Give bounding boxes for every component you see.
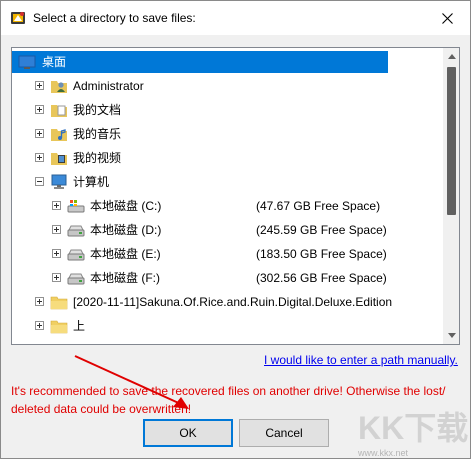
tree-item[interactable]: 本地磁盘 (E:) (183.50 GB Free Space) bbox=[12, 242, 443, 266]
collapse-icon[interactable] bbox=[35, 177, 44, 186]
free-space-label: (183.50 GB Free Space) bbox=[256, 247, 387, 261]
save-directory-dialog: Select a directory to save files: 桌面 Admi… bbox=[0, 0, 471, 459]
tree-item[interactable]: 本地磁盘 (F:) (302.56 GB Free Space) bbox=[12, 266, 443, 290]
tree-item[interactable]: [2020-11-11]Sakuna.Of.Rice.and.Ruin.Digi… bbox=[12, 290, 443, 314]
tree-item-label: 计算机 bbox=[73, 175, 110, 189]
expand-icon[interactable] bbox=[35, 297, 44, 306]
user-folder-icon bbox=[50, 77, 68, 95]
window-title: Select a directory to save files: bbox=[33, 11, 196, 25]
drive-icon bbox=[67, 221, 85, 239]
watermark-url: www.kkx.net bbox=[358, 448, 409, 458]
vertical-scrollbar[interactable] bbox=[443, 48, 459, 344]
music-folder-icon bbox=[50, 125, 68, 143]
tree-item[interactable]: 计算机 bbox=[12, 170, 443, 194]
scrollbar-thumb[interactable] bbox=[447, 67, 456, 215]
ok-button[interactable]: OK bbox=[143, 419, 233, 447]
manual-path-link[interactable]: I would like to enter a path manually. bbox=[264, 353, 458, 367]
tree-item-label: 我的文档 bbox=[73, 103, 122, 117]
folder-icon bbox=[50, 317, 68, 335]
system-drive-icon bbox=[67, 197, 85, 215]
close-icon bbox=[442, 12, 453, 24]
tree-item-label: 本地磁盘 (D:) bbox=[90, 223, 162, 237]
watermark-logo: KK下载 bbox=[356, 403, 471, 451]
tree-item[interactable]: Administrator bbox=[12, 74, 443, 98]
folder-icon bbox=[50, 341, 68, 344]
tree-item[interactable]: 我的视频 bbox=[12, 146, 443, 170]
expand-icon[interactable] bbox=[52, 273, 61, 282]
tree-item-label: 我的音乐 bbox=[73, 127, 122, 141]
free-space-label: (302.56 GB Free Space) bbox=[256, 271, 387, 285]
tree-item-label: Administrator bbox=[73, 79, 144, 93]
free-space-label: (47.67 GB Free Space) bbox=[256, 199, 381, 213]
expand-icon[interactable] bbox=[35, 105, 44, 114]
computer-icon bbox=[50, 173, 68, 191]
documents-folder-icon bbox=[50, 101, 68, 119]
tree-item[interactable]: 我的文档 bbox=[12, 98, 443, 122]
directory-tree[interactable]: 桌面 Administrator 我的文档我的音乐我的视频计算机本地磁盘 (C:) (… bbox=[11, 47, 460, 345]
tree-item[interactable]: 本地磁盘 (C:) (47.67 GB Free Space) bbox=[12, 194, 443, 218]
chevron-down-icon bbox=[447, 333, 456, 338]
tree-item-label: 本地磁盘 (E:) bbox=[90, 247, 161, 261]
expand-icon[interactable] bbox=[52, 225, 61, 234]
video-folder-icon bbox=[50, 149, 68, 167]
tree-item-label: 我的视频 bbox=[73, 151, 122, 165]
folder-icon bbox=[50, 293, 68, 311]
title-bar: Select a directory to save files: bbox=[1, 1, 470, 35]
tree-item[interactable]: 本地磁盘 (D:) (245.59 GB Free Space) bbox=[12, 218, 443, 242]
tree-item-label: 桌面 bbox=[12, 51, 388, 73]
tree-item[interactable]: 上 bbox=[12, 314, 443, 338]
tree-item-label: 本地磁盘 (F:) bbox=[90, 271, 160, 285]
expand-icon[interactable] bbox=[35, 321, 44, 330]
expand-icon[interactable] bbox=[35, 81, 44, 90]
chevron-up-icon bbox=[447, 54, 456, 59]
scroll-up-button[interactable] bbox=[443, 48, 459, 65]
watermark-logo-text: KK下载 bbox=[358, 410, 468, 446]
tree-rows: 桌面 Administrator 我的文档我的音乐我的视频计算机本地磁盘 (C:) (… bbox=[12, 48, 443, 344]
free-space-label: (245.59 GB Free Space) bbox=[256, 223, 387, 237]
cancel-button[interactable]: Cancel bbox=[239, 419, 329, 447]
drive-icon bbox=[67, 269, 85, 287]
tree-item[interactable]: 我的音乐 bbox=[12, 122, 443, 146]
scroll-down-button[interactable] bbox=[443, 327, 459, 344]
app-icon bbox=[10, 10, 26, 26]
expand-icon[interactable] bbox=[52, 249, 61, 258]
drive-icon bbox=[67, 245, 85, 263]
expand-icon[interactable] bbox=[35, 129, 44, 138]
expand-icon[interactable] bbox=[35, 153, 44, 162]
tree-item-label: 下 bbox=[70, 341, 88, 344]
tree-item[interactable]: 桌面 bbox=[12, 50, 443, 74]
tree-item-label: [2020-11-11]Sakuna.Of.Rice.and.Ruin.Digi… bbox=[73, 295, 393, 309]
tree-item-label: 本地磁盘 (C:) bbox=[90, 199, 162, 213]
desktop-icon bbox=[18, 53, 36, 71]
expand-icon[interactable] bbox=[52, 201, 61, 210]
tree-item-label: 上 bbox=[73, 319, 86, 333]
close-button[interactable] bbox=[425, 1, 470, 35]
tree-item[interactable]: 下 bbox=[12, 338, 443, 344]
